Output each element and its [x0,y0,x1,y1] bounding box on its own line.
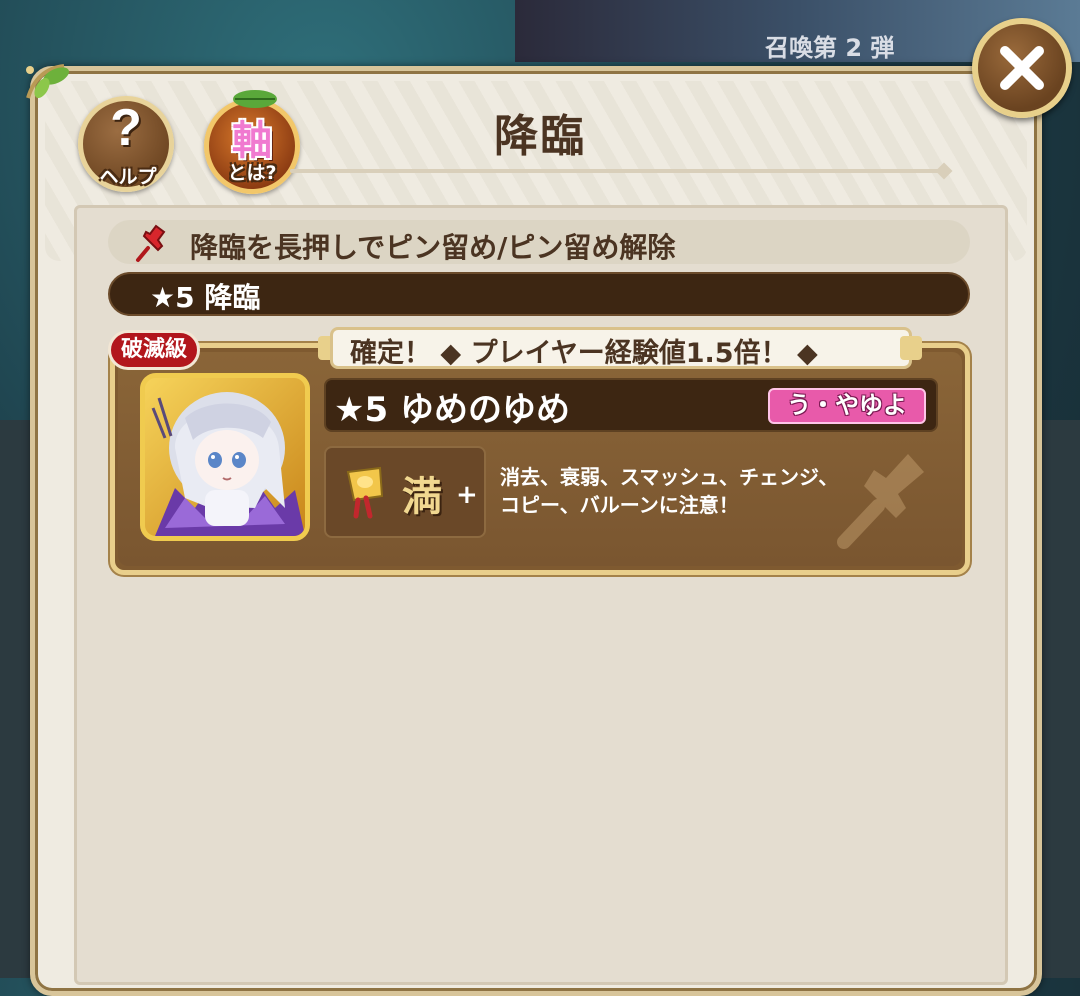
rank-badge: 破滅級 [108,330,200,370]
pushpin-icon [136,224,166,262]
close-button[interactable] [972,18,1072,118]
leaf-ornament-icon [26,64,70,99]
boss-name: ★5 ゆめのゆめ [334,390,570,430]
background-banner-text: 召喚第 2 弾 [765,34,895,62]
bonus-text: 確定！ ◆ プレイヤー経験値1.5倍！ ◆ [350,338,818,369]
pin-hint-text: 降臨を長押しでピン留め/ピン留め解除 [190,231,676,264]
axis-info-button[interactable]: 軸 とは? [202,88,304,196]
clover-luck-icon [346,466,384,519]
boss-character-image [145,378,305,536]
axis-sub-label: とは? [227,162,277,184]
luck-plus: + [456,480,478,510]
tier-label: ★5 降臨 [150,281,261,314]
quest-list-area[interactable] [74,205,1008,985]
luck-label: 満 [402,474,442,520]
help-button[interactable]: ? ヘルプ [78,96,176,194]
gimmick-warning: 消去、衰弱、スマッシュ、チェンジ、 コピー、バルーンに注意！ [500,463,880,519]
pin-toggle-icon[interactable] [830,432,950,552]
boss-portrait [140,373,310,541]
help-label: ヘルプ [99,166,157,188]
element-tag: う・やゆよ [768,388,926,424]
gimmick-line-1: 消去、衰弱、スマッシュ、チェンジ、 [500,465,839,489]
help-question-icon: ? [110,99,142,157]
title-divider [290,169,940,173]
leaf-icon [233,90,277,108]
ribbon-cap-right [900,336,922,360]
gimmick-line-2: コピー、バルーンに注意！ [500,493,739,517]
background-right-panel [1040,420,1080,978]
close-icon [1000,46,1044,90]
page-title: 降臨 [494,111,586,162]
